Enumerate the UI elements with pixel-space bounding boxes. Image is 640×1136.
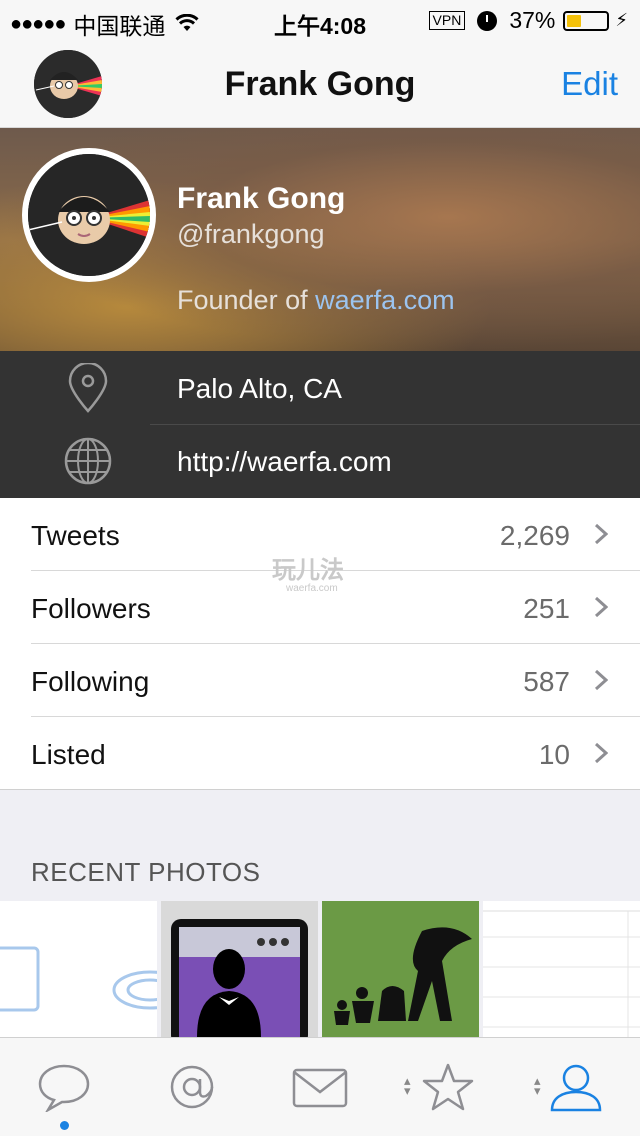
location-text: Palo Alto, CA	[177, 373, 342, 404]
vpn-badge: VPN	[428, 11, 466, 30]
stat-count: 587	[523, 666, 570, 697]
charging-icon: ⚡	[615, 10, 628, 30]
globe-icon	[64, 437, 112, 485]
bio-text: Founder of	[177, 285, 316, 315]
photo-thumbnail[interactable]	[322, 901, 479, 1037]
website-text[interactable]: http://waerfa.com	[177, 446, 392, 478]
stat-row-listed[interactable]: Listed 10	[0, 717, 640, 790]
battery-percent: 37%	[509, 7, 556, 33]
at-icon	[170, 1065, 214, 1109]
location-pin-icon	[68, 363, 108, 413]
chevron-right-icon	[594, 669, 608, 691]
stat-label: Listed	[31, 739, 106, 770]
envelope-icon	[292, 1068, 348, 1108]
bio-link[interactable]: waerfa.com	[315, 285, 455, 315]
stat-label: Followers	[31, 593, 151, 624]
profile-info: Palo Alto, CA http://waerfa.com	[0, 351, 640, 498]
recent-photos-strip[interactable]	[0, 901, 640, 1037]
watermark-main: 玩儿法	[272, 557, 344, 584]
profile-name: Frank Gong	[177, 182, 346, 215]
tab-timeline[interactable]	[0, 1038, 128, 1136]
star-icon	[422, 1063, 474, 1111]
person-icon	[550, 1064, 602, 1112]
stat-label: Following	[31, 666, 150, 697]
tab-bar: ▴ ▾ ▴ ▾	[0, 1037, 640, 1136]
location-row: Palo Alto, CA	[0, 351, 640, 425]
stat-label: Tweets	[31, 520, 120, 551]
speech-bubble-icon	[38, 1064, 90, 1112]
edit-button[interactable]: Edit	[561, 65, 618, 103]
alarm-icon	[477, 10, 498, 31]
stats-list: Tweets 2,269 Followers 251 Following 587…	[0, 498, 640, 790]
watermark-sub: waerfa.com	[286, 583, 338, 594]
battery-icon	[563, 10, 610, 31]
nav-title: Frank Gong	[224, 65, 416, 103]
photo-thumbnail[interactable]	[483, 901, 640, 1037]
battery-fill	[567, 14, 582, 27]
profile-header: Frank Gong @frankgong Founder of waerfa.…	[0, 128, 640, 351]
tab-favorites[interactable]: ▴ ▾	[384, 1038, 512, 1136]
tab-messages[interactable]	[256, 1038, 384, 1136]
chevron-right-icon	[594, 742, 608, 764]
unread-indicator	[60, 1121, 69, 1130]
stat-count: 251	[523, 593, 570, 624]
photo-thumbnail[interactable]	[161, 901, 318, 1037]
status-bar: ●●●●● 中国联通 上午4:08 VPN 37% ⚡	[0, 0, 640, 40]
recent-photos-title: RECENT PHOTOS	[31, 857, 261, 887]
watermark: 玩儿法 waerfa.com	[272, 550, 344, 594]
chevron-right-icon	[594, 596, 608, 618]
profile-handle: @frankgong	[177, 219, 325, 249]
photo-thumbnail[interactable]	[0, 901, 157, 1037]
tab-profile[interactable]: ▴ ▾	[512, 1038, 640, 1136]
tab-mentions[interactable]	[128, 1038, 256, 1136]
stat-row-following[interactable]: Following 587	[0, 644, 640, 717]
navigation-bar: Frank Gong Edit	[0, 40, 640, 128]
profile-avatar[interactable]	[22, 148, 156, 282]
website-row[interactable]: http://waerfa.com	[0, 424, 640, 497]
chevron-right-icon	[594, 523, 608, 545]
up-down-arrows-icon: ▴ ▾	[404, 1073, 411, 1098]
up-down-arrows-icon: ▴ ▾	[534, 1073, 541, 1098]
stat-count: 2,269	[499, 520, 570, 551]
stat-count: 10	[538, 739, 570, 770]
profile-bio: Founder of waerfa.com	[177, 285, 455, 316]
